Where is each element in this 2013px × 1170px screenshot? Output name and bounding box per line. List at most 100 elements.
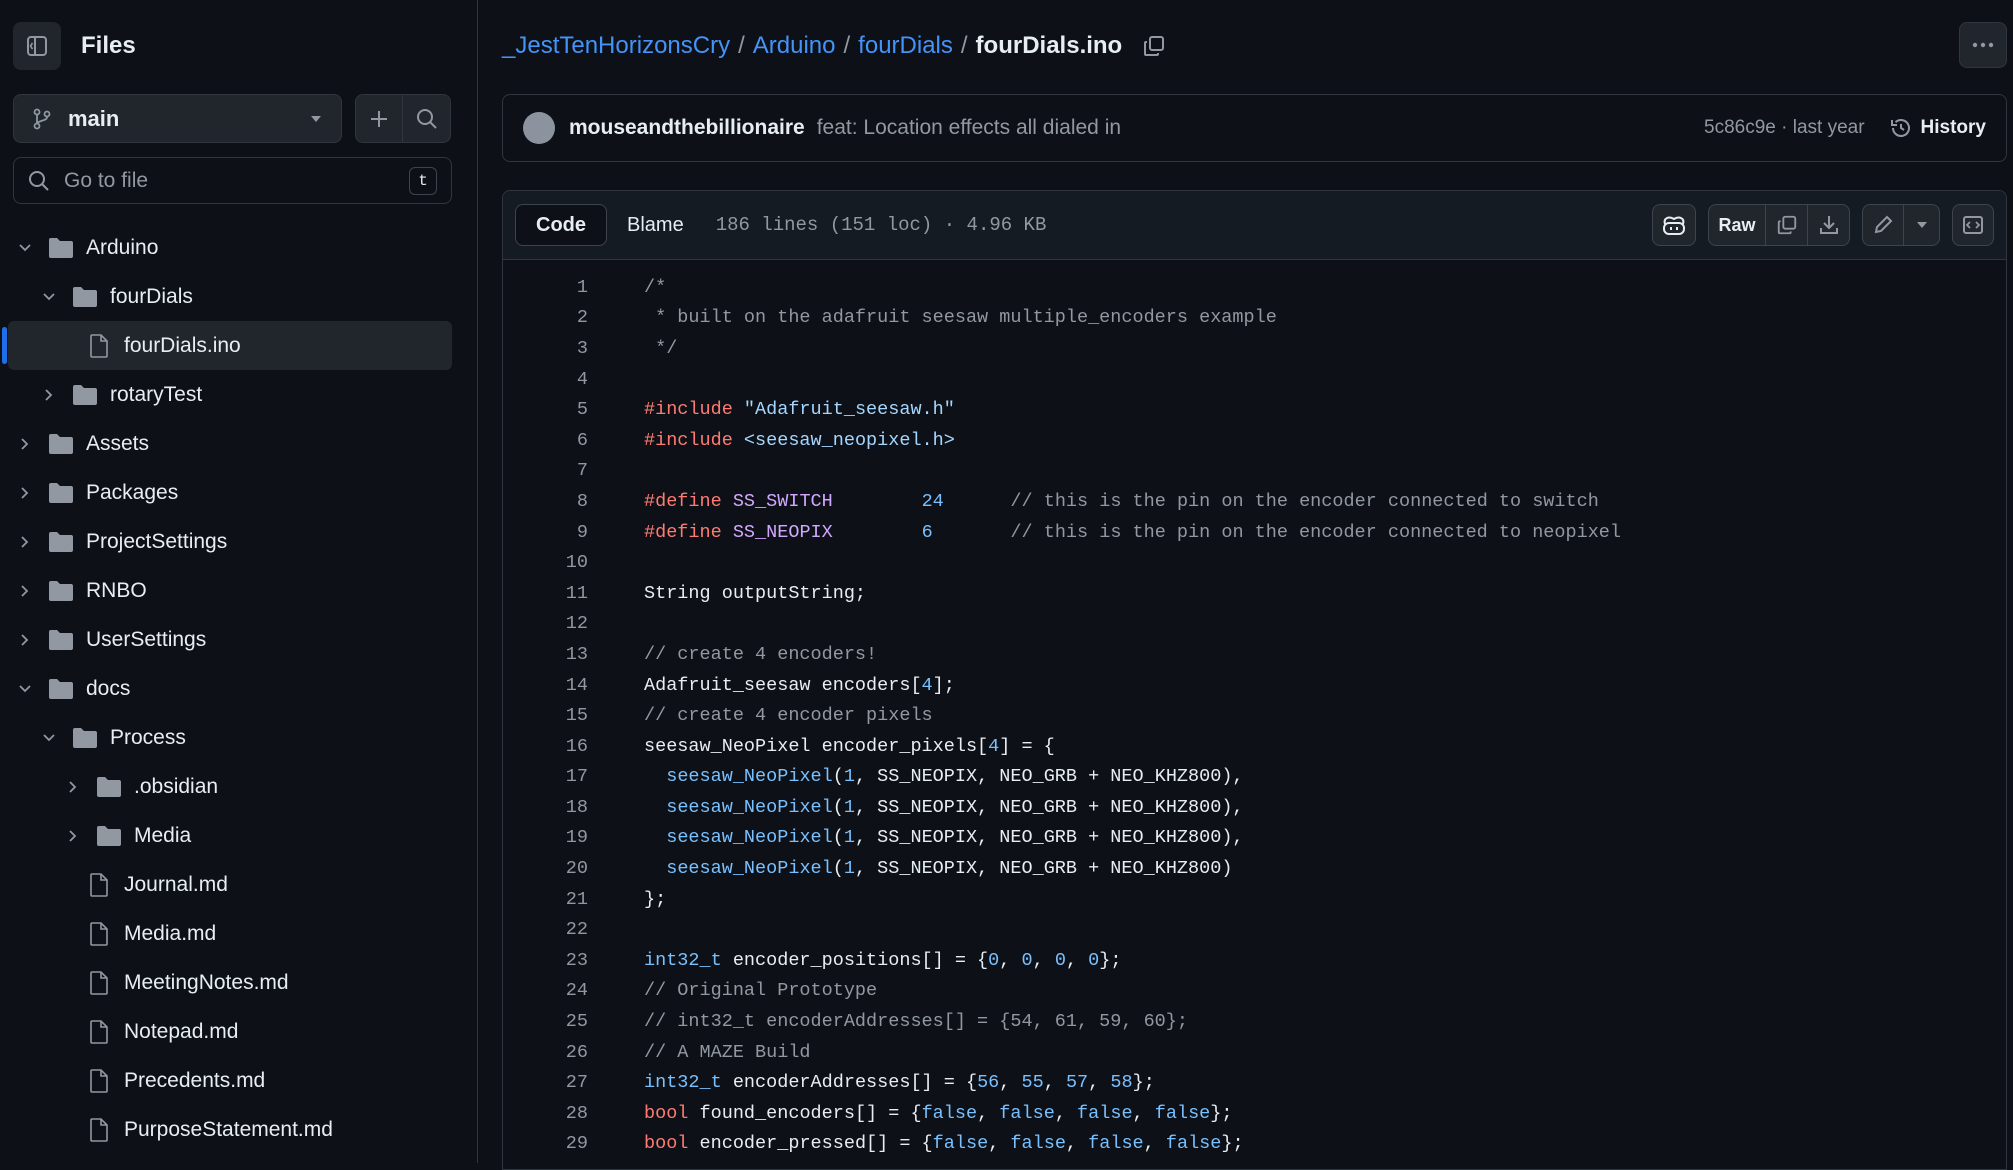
breadcrumb-repo-link[interactable]: _JestTenHorizonsCry — [502, 32, 730, 60]
expand-toggle[interactable] — [14, 531, 36, 553]
line-number[interactable]: 3 — [503, 338, 588, 359]
breadcrumb-fourdials-link[interactable]: fourDials — [858, 32, 953, 60]
tree-file[interactable]: MeetingNotes.md — [0, 958, 477, 1007]
file-icon-wrap — [86, 921, 112, 946]
tree-folder[interactable]: rotaryTest — [0, 370, 477, 419]
add-file-button[interactable] — [355, 94, 403, 143]
line-number[interactable]: 28 — [503, 1103, 588, 1124]
expand-toggle[interactable] — [62, 825, 84, 847]
code-view[interactable]: 1 /* 2 * built on the adafruit seesaw mult… — [503, 260, 2006, 1160]
download-button[interactable] — [1808, 204, 1850, 246]
tree-folder[interactable]: Assets — [0, 419, 477, 468]
commit-author[interactable]: mouseandthebillionaire — [569, 116, 805, 140]
tree-folder[interactable]: Process — [0, 713, 477, 762]
line-number[interactable]: 11 — [503, 583, 588, 604]
line-number[interactable]: 13 — [503, 644, 588, 665]
tree-folder[interactable]: Packages — [0, 468, 477, 517]
tree-folder[interactable]: Media — [0, 811, 477, 860]
file-icon — [90, 970, 108, 995]
line-number[interactable]: 7 — [503, 460, 588, 481]
tree-folder[interactable]: UserSettings — [0, 615, 477, 664]
tree-file[interactable]: PurposeStatement.md — [0, 1105, 477, 1154]
line-number[interactable]: 6 — [503, 430, 588, 451]
tree-file[interactable]: Journal.md — [0, 860, 477, 909]
line-source: seesaw_NeoPixel encoder_pixels[4] = { — [644, 736, 1055, 757]
line-number[interactable]: 4 — [503, 369, 588, 390]
line-number[interactable]: 8 — [503, 491, 588, 512]
tree-file[interactable]: fourDials.ino — [0, 321, 477, 370]
expand-toggle[interactable] — [14, 433, 36, 455]
line-number[interactable]: 16 — [503, 736, 588, 757]
line-number[interactable]: 22 — [503, 919, 588, 940]
line-number[interactable]: 24 — [503, 980, 588, 1001]
commit-sha-time[interactable]: 5c86c9e · last year — [1704, 117, 1865, 139]
line-number[interactable]: 14 — [503, 675, 588, 696]
code-token: 1 — [843, 766, 855, 788]
line-number[interactable]: 25 — [503, 1011, 588, 1032]
file-toolbar: Code Blame 186 lines (151 loc) · 4.96 KB… — [503, 191, 2006, 260]
line-number[interactable]: 26 — [503, 1042, 588, 1063]
copy-path-button[interactable] — [1142, 34, 1166, 58]
line-number[interactable]: 5 — [503, 399, 588, 420]
tree-item-label: MeetingNotes.md — [124, 970, 289, 994]
tab-code[interactable]: Code — [515, 204, 607, 246]
tree-file[interactable]: Notepad.md — [0, 1007, 477, 1056]
branch-selector[interactable]: main — [13, 94, 342, 143]
line-number[interactable]: 2 — [503, 307, 588, 328]
line-source: seesaw_NeoPixel(1, SS_NEOPIX, NEO_GRB + … — [644, 858, 1232, 879]
expand-toggle[interactable] — [38, 286, 60, 308]
go-to-file-field[interactable]: t — [13, 157, 452, 204]
expand-toggle[interactable] — [38, 384, 60, 406]
commit-message[interactable]: feat: Location effects all dialed in — [817, 116, 1704, 140]
line-number[interactable]: 17 — [503, 766, 588, 787]
line-number[interactable]: 15 — [503, 705, 588, 726]
tree-folder[interactable]: fourDials — [0, 272, 477, 321]
line-number[interactable]: 19 — [503, 827, 588, 848]
expand-toggle[interactable] — [14, 580, 36, 602]
more-options-button[interactable] — [1959, 22, 2007, 68]
tree-folder[interactable]: RNBO — [0, 566, 477, 615]
code-token: Adafruit_seesaw encoders[ — [644, 674, 922, 696]
line-number[interactable]: 1 — [503, 277, 588, 298]
sidebar-toggle-button[interactable] — [13, 22, 61, 70]
expand-toggle[interactable] — [14, 678, 36, 700]
line-number[interactable]: 20 — [503, 858, 588, 879]
expand-toggle[interactable] — [14, 629, 36, 651]
code-token: seesaw_NeoPixel — [666, 796, 833, 818]
history-button[interactable]: History — [1889, 116, 1986, 140]
expand-toggle[interactable] — [62, 776, 84, 798]
tab-blame[interactable]: Blame — [607, 204, 704, 246]
tree-folder[interactable]: .obsidian — [0, 762, 477, 811]
code-token: 0 — [1088, 949, 1100, 971]
line-number[interactable]: 21 — [503, 889, 588, 910]
avatar[interactable] — [523, 112, 555, 144]
tree-file[interactable]: Media.md — [0, 909, 477, 958]
file-icon-wrap — [86, 1068, 112, 1093]
raw-button[interactable]: Raw — [1708, 204, 1766, 246]
breadcrumb-arduino-link[interactable]: Arduino — [753, 32, 836, 60]
line-number[interactable]: 12 — [503, 613, 588, 634]
symbols-panel-button[interactable] — [1952, 204, 1994, 246]
tree-folder[interactable]: docs — [0, 664, 477, 713]
edit-button[interactable] — [1862, 204, 1904, 246]
tree-folder[interactable]: ProjectSettings — [0, 517, 477, 566]
search-files-button[interactable] — [403, 94, 451, 143]
tree-file[interactable]: Precedents.md — [0, 1056, 477, 1105]
tree-item-label: ProjectSettings — [86, 529, 228, 553]
expand-toggle[interactable] — [14, 482, 36, 504]
line-number[interactable]: 29 — [503, 1133, 588, 1154]
copy-raw-button[interactable] — [1766, 204, 1808, 246]
expand-toggle[interactable] — [14, 237, 36, 259]
line-number[interactable]: 10 — [503, 552, 588, 573]
line-number[interactable]: 23 — [503, 950, 588, 971]
file-icon — [90, 921, 108, 946]
line-number[interactable]: 9 — [503, 522, 588, 543]
line-number[interactable]: 18 — [503, 797, 588, 818]
line-number[interactable]: 27 — [503, 1072, 588, 1093]
copilot-button[interactable] — [1652, 204, 1696, 246]
tree-folder[interactable]: Arduino — [0, 223, 477, 272]
expand-toggle[interactable] — [38, 727, 60, 749]
edit-options-dropdown[interactable] — [1904, 204, 1940, 246]
go-to-file-input[interactable] — [62, 167, 409, 194]
